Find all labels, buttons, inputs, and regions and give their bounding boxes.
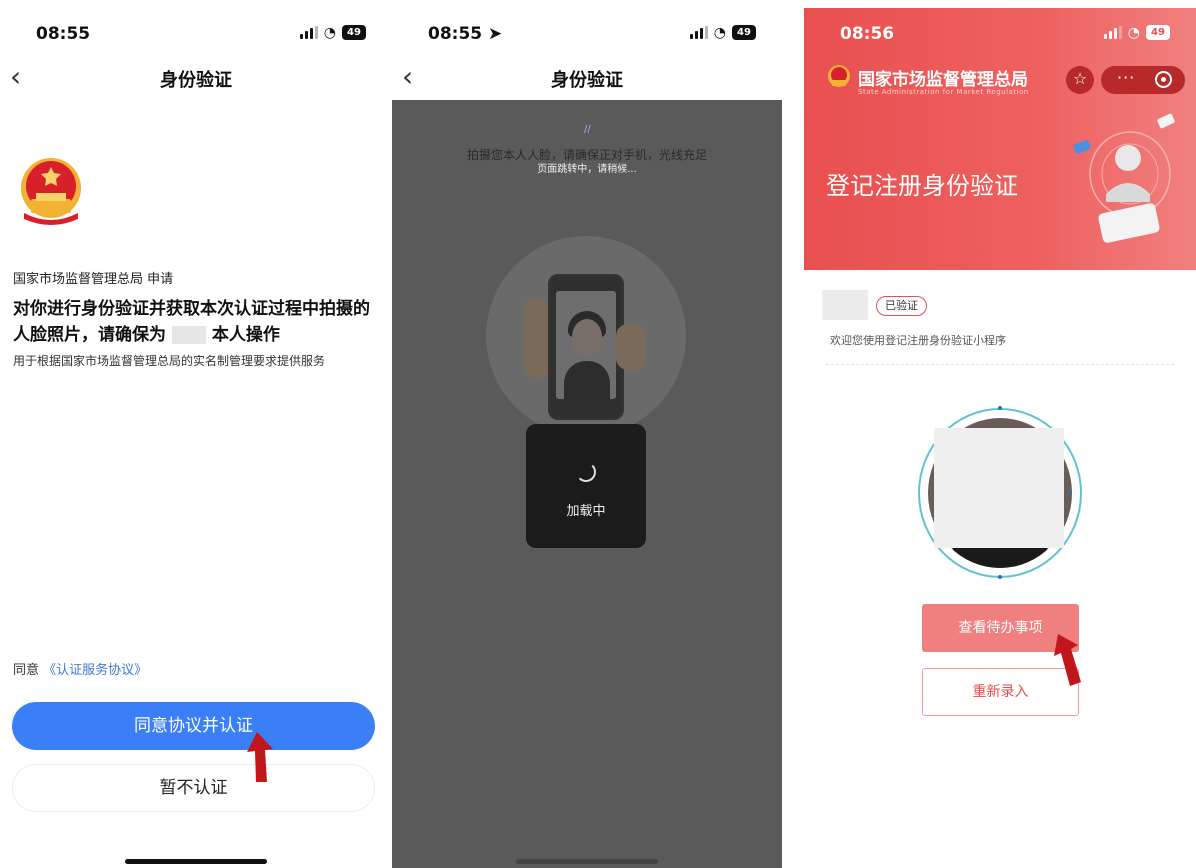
loading-toast: 加载中	[526, 424, 646, 548]
battery-icon: 49	[1146, 25, 1170, 40]
body-shape	[564, 361, 610, 401]
status-indicators: ◔ 49	[1103, 24, 1170, 41]
redacted-face	[934, 428, 1064, 548]
wifi-icon: ◔	[323, 24, 336, 41]
home-indicator	[125, 859, 267, 864]
ring-dot	[998, 575, 1002, 579]
miniprogram-capsule: ···	[1101, 66, 1185, 94]
national-emblem-icon	[828, 65, 850, 87]
page-title: 身份验证	[551, 70, 623, 91]
signal-icon	[299, 26, 318, 39]
welcome-text: 欢迎您使用登记注册身份验证小程序	[830, 334, 1006, 347]
redacted-user-name	[822, 290, 868, 320]
verified-badge: 已验证	[876, 296, 927, 316]
signal-icon	[1103, 26, 1122, 39]
status-bar: 08:56 ◔ 49	[804, 22, 1196, 46]
loading-text: 加载中	[566, 504, 606, 519]
status-indicators: ◔ 49	[299, 24, 366, 41]
consent-text-part2: 本人操作	[211, 325, 280, 345]
location-arrow-icon: ➤	[488, 24, 503, 44]
hand-illustration	[524, 298, 550, 378]
redacted-name	[171, 326, 206, 344]
dashed-divider	[826, 364, 1174, 365]
status-indicators: ◔ 49	[689, 24, 756, 41]
nav-bar: ‹ 身份验证	[392, 60, 782, 100]
close-target-icon[interactable]	[1155, 71, 1172, 88]
org-name: 国家市场监督管理总局	[858, 69, 1028, 90]
ring-dot	[998, 406, 1002, 410]
phone-illustration	[548, 274, 624, 420]
redirect-hint: 页面跳转中，请稍候...	[537, 164, 637, 175]
agreement-link[interactable]: 《认证服务协议》	[43, 663, 147, 678]
org-header: 国家市场监督管理总局	[826, 64, 1028, 90]
top-gap	[804, 0, 1196, 8]
status-time: 08:56	[840, 24, 895, 44]
hero-title: 登记注册身份验证	[826, 172, 1018, 200]
skip-verify-button[interactable]: 暂不认证	[12, 764, 375, 812]
org-name-en: State Administration for Market Regulati…	[858, 88, 1029, 96]
sparkle-icon: //	[584, 124, 591, 135]
favorite-star-icon[interactable]: ☆	[1066, 66, 1094, 94]
status-bar: 08:55 ➤ ◔ 49	[392, 22, 782, 46]
agree-prefix: 同意	[13, 663, 40, 678]
status-time: 08:55 ➤	[428, 24, 502, 44]
red-arrow-cursor-icon	[1054, 634, 1081, 686]
battery-icon: 49	[732, 25, 756, 40]
consent-main-text: 对你进行身份验证并获取本次认证过程中拍摄的人脸照片，请确保为 本人操作	[13, 296, 383, 348]
more-icon[interactable]: ···	[1117, 68, 1135, 87]
verification-result-screen: 08:56 ◔ 49 国家市场监督管理总局 State Administrati…	[804, 0, 1196, 868]
phone-screen	[556, 291, 616, 401]
face-capture-screen: 08:55 ➤ ◔ 49 ‹ 身份验证 // 拍摄您本人人脸，请确保正对手机，光…	[392, 0, 782, 868]
wifi-icon: ◔	[1127, 24, 1140, 41]
signal-icon	[689, 26, 708, 39]
agree-and-verify-button[interactable]: 同意协议并认证	[12, 702, 375, 750]
status-bar: 08:55 ◔ 49	[0, 22, 392, 46]
status-time-text: 08:55	[428, 24, 483, 44]
nav-bar: ‹ 身份验证	[0, 60, 392, 100]
spinner-icon	[576, 462, 596, 482]
requester-label: 国家市场监督管理总局 申请	[13, 272, 174, 287]
red-arrow-cursor-icon	[247, 732, 273, 782]
thumb-illustration	[616, 324, 646, 370]
status-time: 08:55	[36, 24, 91, 44]
home-indicator	[516, 859, 658, 864]
consent-sub-text: 用于根据国家市场监督管理总局的实名制管理要求提供服务	[13, 354, 326, 368]
face-verify-illustration-icon	[1073, 113, 1175, 243]
wifi-icon: ◔	[713, 24, 726, 41]
battery-icon: 49	[342, 25, 366, 40]
agreement-line: 同意 《认证服务协议》	[13, 659, 147, 678]
ring-dot	[1068, 490, 1072, 494]
face-shape	[572, 319, 602, 355]
page-title: 身份验证	[160, 70, 232, 91]
national-emblem-icon	[21, 158, 81, 225]
auth-consent-screen: 08:55 ◔ 49 ‹ 身份验证 国家市场监督管理总局 申请 对你进行身份验证…	[0, 0, 392, 868]
